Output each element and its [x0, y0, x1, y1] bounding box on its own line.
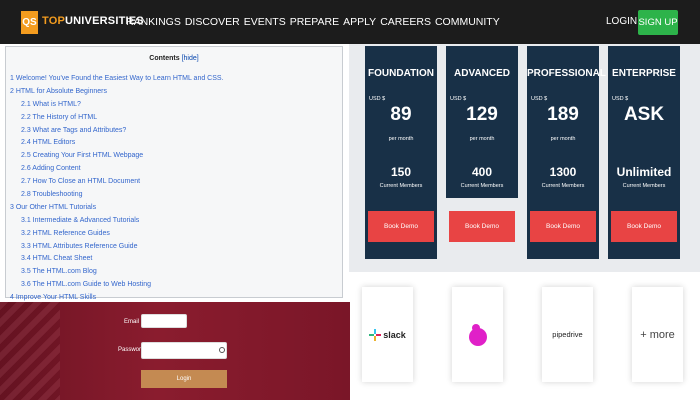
pricing-card-professional: PROFESSIONAL USD $ 189 per month 1300 Cu…: [527, 46, 606, 259]
plan-members: 1300: [549, 165, 577, 179]
contents-title: Contents: [149, 55, 180, 62]
plan-name: PROFESSIONAL: [527, 68, 606, 79]
plan-members: Unlimited: [616, 165, 672, 179]
magenta-blob-icon: [468, 323, 487, 346]
toc-item[interactable]: 2.6 Adding Content: [10, 163, 224, 176]
plan-members: 150: [390, 165, 412, 179]
toc-item[interactable]: 2.2 The History of HTML: [10, 112, 224, 125]
plan-currency: USD $: [612, 96, 629, 102]
toc-item[interactable]: 2.8 Troubleshooting: [10, 189, 224, 202]
pipedrive-logo-card[interactable]: pipedrive: [542, 287, 593, 382]
plan-price: 189: [547, 104, 579, 125]
logo-top-text: TOP: [42, 15, 66, 27]
toc-item[interactable]: 3.3 HTML Attributes Reference Guide: [10, 241, 224, 254]
more-integrations-card[interactable]: + more: [632, 287, 683, 382]
toc-item[interactable]: 3.1 Intermediate & Advanced Tutorials: [10, 215, 224, 228]
book-demo-button[interactable]: Book Demo: [449, 211, 515, 242]
pricing-card-foundation: FOUNDATION USD $ 89 per month 150 Curren…: [365, 46, 437, 259]
toc-item[interactable]: 2.7 How To Close an HTML Document: [10, 176, 224, 189]
qs-logo-badge[interactable]: QS: [21, 11, 38, 34]
nav-prepare[interactable]: PREPARE: [290, 16, 339, 28]
toc-item[interactable]: 3.4 HTML Cheat Sheet: [10, 253, 224, 266]
plan-members-label: Current Members: [379, 183, 423, 189]
toc-item[interactable]: 3 Our Other HTML Tutorials: [10, 202, 224, 215]
toc-hide-toggle[interactable]: [hide]: [182, 55, 199, 62]
book-demo-button[interactable]: Book Demo: [611, 211, 677, 242]
toc-item[interactable]: 3.2 HTML Reference Guides: [10, 228, 224, 241]
main-nav-links: RANKINGS DISCOVER EVENTS PREPARE APPLY C…: [126, 16, 500, 28]
nav-apply[interactable]: APPLY: [343, 16, 376, 28]
login-button[interactable]: Login: [141, 370, 227, 388]
plan-period: per month: [469, 136, 495, 142]
slack-logo-card[interactable]: slack: [362, 287, 413, 382]
plan-price: 89: [390, 104, 412, 125]
plan-price: 129: [466, 104, 498, 125]
contents-heading: Contents [hide]: [6, 55, 342, 62]
plan-name: FOUNDATION: [368, 68, 434, 79]
toc-item[interactable]: 2.4 HTML Editors: [10, 137, 224, 150]
plan-price: ASK: [623, 104, 665, 125]
slack-wordmark: slack: [383, 329, 406, 340]
plan-name: ENTERPRISE: [612, 68, 676, 79]
toc-item[interactable]: 2.5 Creating Your First HTML Webpage: [10, 150, 224, 163]
password-field[interactable]: [141, 342, 227, 359]
login-link[interactable]: LOGIN: [606, 16, 637, 27]
plan-members-label: Current Members: [460, 183, 504, 189]
email-field[interactable]: [141, 314, 187, 328]
book-demo-button[interactable]: Book Demo: [530, 211, 596, 242]
nav-discover[interactable]: DISCOVER: [185, 16, 240, 28]
plan-members-label: Current Members: [541, 183, 585, 189]
top-navbar: QS TOPUNIVERSITIES RANKINGS DISCOVER EVE…: [0, 0, 700, 44]
pipedrive-wordmark: pipedrive: [552, 330, 583, 339]
plan-members-label: Current Members: [622, 183, 666, 189]
nav-careers[interactable]: CAREERS: [380, 16, 431, 28]
more-integrations-label: + more: [640, 328, 675, 341]
email-label: Email: [124, 319, 140, 325]
plan-currency: USD $: [531, 96, 548, 102]
pricing-card-advanced: ADVANCED USD $ 129 per month 400 Current…: [446, 46, 518, 242]
toc-item[interactable]: 2.1 What is HTML?: [10, 99, 224, 112]
nav-events[interactable]: EVENTS: [244, 16, 286, 28]
nav-community[interactable]: COMMUNITY: [435, 16, 500, 28]
toc-item[interactable]: 2 HTML for Absolute Beginners: [10, 86, 224, 99]
plan-currency: USD $: [450, 96, 467, 102]
plan-period: per month: [550, 136, 576, 142]
toc-item[interactable]: 2.3 What are Tags and Attributes?: [10, 125, 224, 138]
brand-logo-card[interactable]: [452, 287, 503, 382]
plan-currency: USD $: [369, 96, 386, 102]
nav-rankings[interactable]: RANKINGS: [126, 16, 181, 28]
plan-period: per month: [388, 136, 414, 142]
plan-name: ADVANCED: [454, 68, 510, 79]
show-password-eye-icon[interactable]: [219, 347, 225, 353]
toc-item[interactable]: 1 Welcome! You've Found the Easiest Way …: [10, 73, 224, 86]
slack-icon: [369, 328, 382, 341]
pricing-card-enterprise: ENTERPRISE USD $ ASK Unlimited Current M…: [608, 46, 680, 259]
table-of-contents: Contents [hide] 1 Welcome! You've Found …: [5, 46, 343, 301]
signup-button[interactable]: SIGN UP: [638, 10, 678, 35]
plan-members: 400: [471, 165, 493, 179]
toc-item[interactable]: 3.6 The HTML.com Guide to Web Hosting: [10, 279, 224, 292]
toc-item[interactable]: 3.5 The HTML.com Blog: [10, 266, 224, 279]
login-background-image: [0, 302, 60, 400]
book-demo-button[interactable]: Book Demo: [368, 211, 434, 242]
toc-list: 1 Welcome! You've Found the Easiest Way …: [10, 73, 224, 305]
